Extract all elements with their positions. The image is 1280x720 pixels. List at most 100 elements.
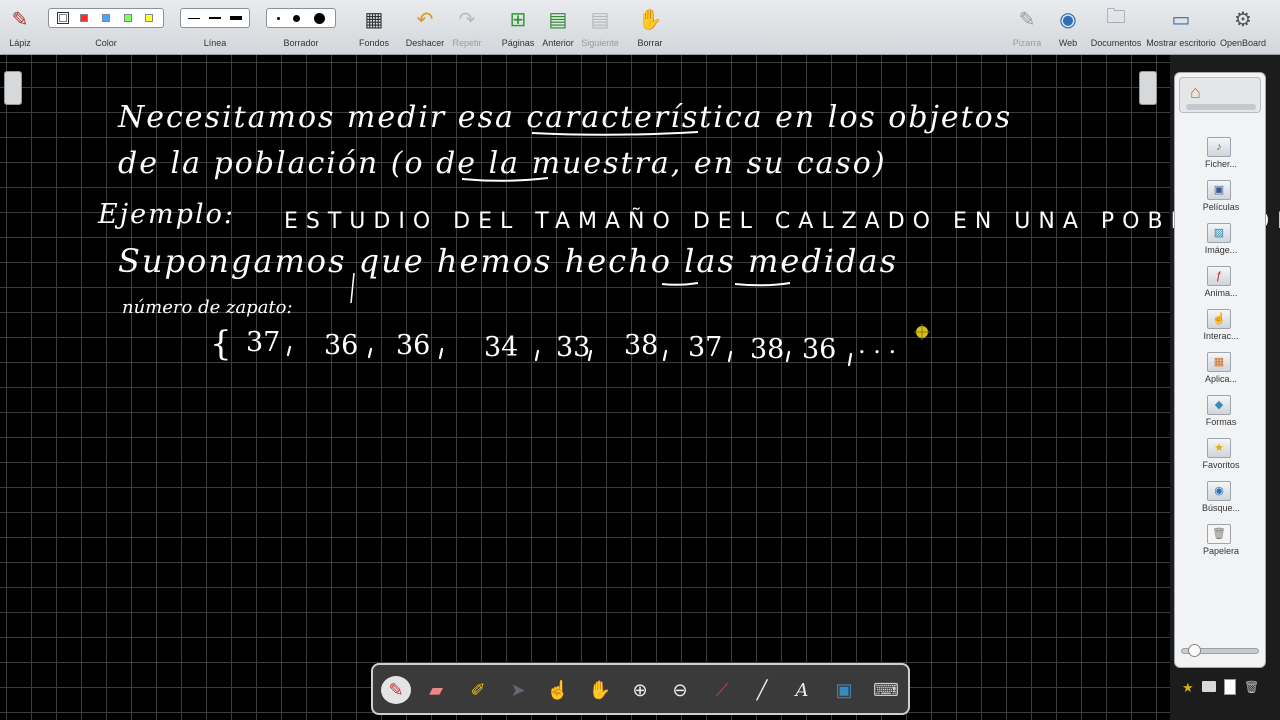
star-folder-icon: ★ [1207, 438, 1231, 458]
value-separators [286, 345, 853, 367]
delete-icon[interactable]: 🗑 [1244, 680, 1259, 694]
eraser-size-large[interactable] [314, 12, 326, 24]
line-width-selector: Línea [178, 0, 252, 55]
laser-pointer-tool[interactable]: ⟋ [707, 676, 737, 704]
library-item-shapes[interactable]: ◆ Formas [1175, 395, 1267, 438]
magic-hand-icon: ☝ [546, 679, 570, 700]
flash-folder-icon: ƒ [1207, 266, 1231, 286]
previous-page-icon: ▤ [548, 8, 568, 31]
thumbnail-size-slider[interactable] [1181, 644, 1259, 657]
color-swatch-blue[interactable] [101, 14, 110, 22]
redo-icon: ↷ [458, 8, 476, 31]
color-selector: Color [46, 0, 166, 55]
line-tool[interactable]: ╱ [747, 676, 777, 704]
laser-pointer-icon: ⟋ [715, 679, 729, 700]
backgrounds-button[interactable]: ▦ Fondos [354, 0, 394, 55]
eraser-size-small[interactable] [276, 16, 280, 20]
line-width-medium[interactable] [208, 17, 221, 19]
library-item-search[interactable]: ◉ Búsque... [1175, 481, 1267, 524]
sound-folder-icon: ♪ [1207, 137, 1231, 157]
keyboard-icon: ⌨ [873, 679, 899, 700]
hand-tool[interactable]: ✋ [585, 676, 615, 704]
zoom-out-icon: ⊖ [672, 679, 688, 700]
selector-tool[interactable]: ➤ [503, 676, 533, 704]
board-mode-button[interactable]: ✎ Pizarra [1008, 0, 1046, 55]
apps-folder-icon: ▦ [1207, 352, 1231, 372]
eraser-size-selector: Borrador [264, 0, 338, 55]
pages-button[interactable]: ⊞ Páginas [498, 0, 538, 55]
interactive-folder-icon: ☝ [1207, 309, 1231, 329]
library-item-trash[interactable]: 🗑 Papelera [1175, 524, 1267, 567]
library-item-animations[interactable]: ƒ Anima... [1175, 266, 1267, 309]
library-item-movies[interactable]: ▣ Películas [1175, 180, 1267, 223]
whiteboard-canvas[interactable]: Necesitamos medir esa característica en … [0, 55, 1280, 720]
clear-page-icon: ✋ [637, 8, 663, 31]
eraser-tool[interactable]: ▰ [421, 676, 451, 704]
previous-page-button[interactable]: ▤ Anterior [538, 0, 578, 55]
show-desktop-button[interactable]: ▭ Mostrar escritorio [1146, 0, 1216, 55]
pen-tool[interactable]: ✎ [381, 676, 411, 704]
highlighter-icon: ✐ [470, 679, 486, 700]
documents-mode-button[interactable]: 🗀 Documentos [1090, 0, 1142, 55]
right-panel-tab[interactable] [1139, 71, 1157, 105]
home-icon: ⌂ [1190, 82, 1201, 102]
virtual-keyboard-tool[interactable]: ⌨ [869, 676, 903, 704]
library-item-favorites[interactable]: ★ Favoritos [1175, 438, 1267, 481]
library-item-interactive[interactable]: ☝ Interac... [1175, 309, 1267, 352]
add-page-icon: ⊞ [509, 8, 527, 31]
gear-icon: ⚙ [1234, 8, 1252, 31]
eraser-size-medium[interactable] [293, 14, 301, 22]
favorite-star-icon[interactable]: ★ [1182, 680, 1194, 696]
library-item-images[interactable]: ▨ Imáge... [1175, 223, 1267, 266]
library-item-files[interactable]: ♪ Ficher... [1175, 137, 1267, 180]
trash-icon: 🗑 [1207, 524, 1231, 544]
library-item-applications[interactable]: ▦ Aplica... [1175, 352, 1267, 395]
highlighter-tool[interactable]: ✐ [463, 676, 493, 704]
color-swatch-yellow[interactable] [145, 14, 154, 22]
arrow-cursor-icon: ➤ [510, 679, 526, 700]
text-icon: A [795, 679, 809, 701]
color-swatch-white[interactable] [56, 12, 69, 24]
shapes-folder-icon: ◆ [1207, 395, 1231, 415]
openboard-menu-button[interactable]: ⚙ OpenBoard [1218, 0, 1268, 55]
new-page-icon[interactable] [1224, 679, 1236, 695]
pencil-icon: ✎ [11, 8, 29, 31]
web-mode-button[interactable]: ◉ Web [1050, 0, 1086, 55]
slider-handle[interactable] [1188, 644, 1201, 657]
clear-page-button[interactable]: ✋ Borrar [632, 0, 668, 55]
color-swatch-red[interactable] [80, 14, 89, 22]
stylus-palette: ✎ ▰ ✐ ➤ ☝ ✋ ⊕ ⊖ ⟋ ╱ A ▣ ⌨ [371, 663, 910, 715]
new-folder-icon[interactable] [1202, 681, 1216, 692]
undo-button[interactable]: ↶ Deshacer [404, 0, 446, 55]
zoom-in-tool[interactable]: ⊕ [625, 676, 655, 704]
hand-icon: ✋ [588, 679, 612, 700]
capture-tool[interactable]: ▣ [829, 676, 859, 704]
color-swatch-green[interactable] [123, 14, 132, 22]
undo-icon: ↶ [416, 8, 434, 31]
next-page-button[interactable]: ▤ Siguiente [578, 0, 622, 55]
pen-icon: ✎ [388, 679, 404, 700]
library-path-scroll[interactable] [1186, 104, 1256, 110]
globe-icon: ◉ [1059, 8, 1077, 31]
pencil-button[interactable]: ✎ Lápiz [2, 0, 38, 55]
eraser-size-options [266, 8, 336, 28]
keyboard-grid-icon: ▦ [364, 8, 384, 31]
folder-icon: 🗀 [1106, 6, 1126, 28]
globe-folder-icon: ◉ [1207, 481, 1231, 501]
redo-button[interactable]: ↷ Repetir [448, 0, 486, 55]
monitor-icon: ▭ [1171, 8, 1191, 31]
library-home-button[interactable]: ⌂ [1179, 77, 1261, 113]
capture-icon: ▣ [835, 679, 853, 700]
line-width-thick[interactable] [229, 16, 242, 20]
interact-tool[interactable]: ☝ [543, 676, 573, 704]
zoom-out-tool[interactable]: ⊖ [665, 676, 695, 704]
main-toolbar: ✎ Lápiz Color Línea Borrador ▦ Fondos ↶ … [0, 0, 1280, 55]
text-tool[interactable]: A [787, 676, 817, 704]
film-folder-icon: ▣ [1207, 180, 1231, 200]
library-actions: ★ 🗑 [1180, 679, 1268, 698]
line-width-thin[interactable] [188, 17, 201, 19]
line-width-options [180, 8, 250, 28]
zoom-in-icon: ⊕ [632, 679, 648, 700]
left-panel-tab[interactable] [4, 71, 22, 105]
line-icon: ╱ [756, 679, 768, 700]
